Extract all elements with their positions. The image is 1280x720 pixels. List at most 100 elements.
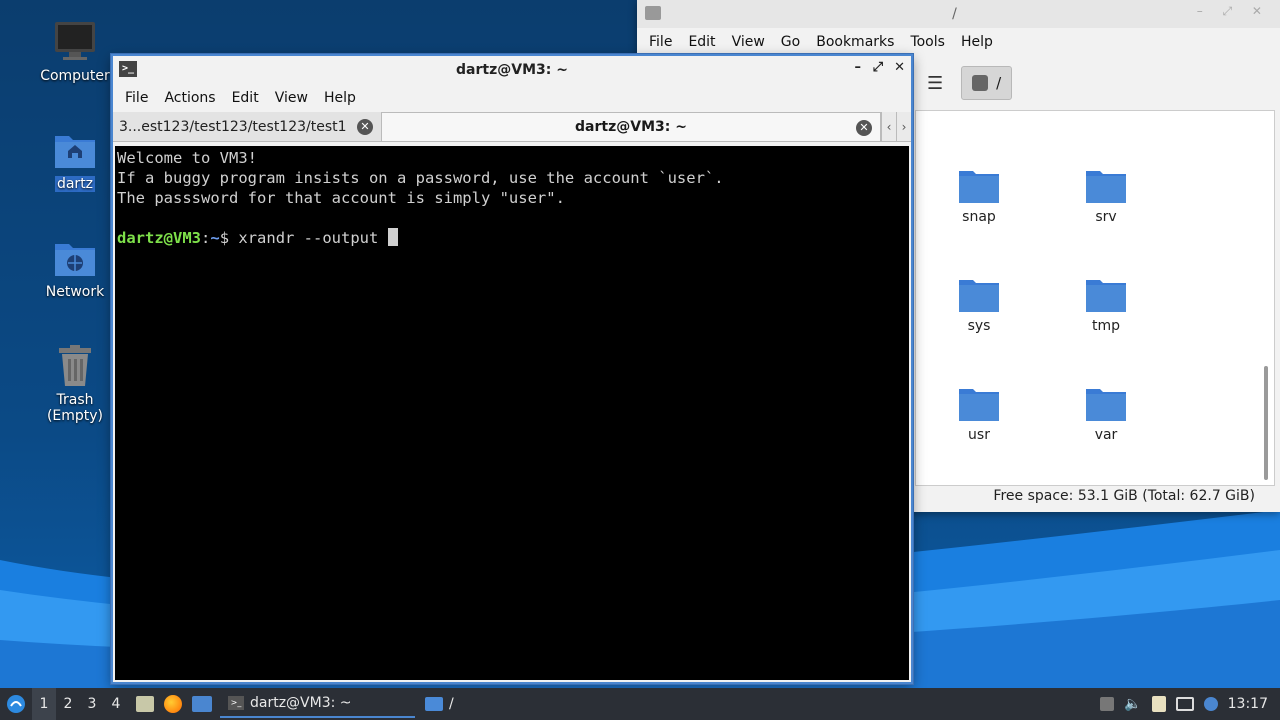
menu-go[interactable]: Go [773,34,808,50]
tray-expand-icon[interactable] [1100,697,1115,711]
workspace-3[interactable]: 3 [80,696,104,712]
menu-file[interactable]: File [641,34,680,50]
system-tray: 🔈 13:17 [1100,696,1280,712]
status-bar: Free space: 53.1 GiB (Total: 62.7 GiB) [993,488,1255,504]
folder-label: sys [967,318,991,334]
folder-label: tmp [1091,318,1120,334]
folder-item[interactable]: sys [934,276,1024,334]
tab-active[interactable]: dartz@VM3: ~ ✕ [381,112,881,141]
terminal-menubar: File Actions Edit View Help [113,84,911,112]
folder-icon [958,276,1000,312]
terminal-icon: >_ [119,61,137,77]
prompt-user: dartz@VM3 [117,229,201,247]
prompt-symbol: $ [219,229,230,247]
taskbar: 1 2 3 4 >_ dartz@VM3: ~ / 🔈 13:17 [0,688,1280,720]
terminal-titlebar[interactable]: >_ dartz@VM3: ~ – ⤢ ✕ [113,56,911,84]
tab-bar: 3...est123/test123/test123/test1 ✕ dartz… [113,112,911,142]
folder-icon [1085,276,1127,312]
menu-help[interactable]: Help [953,34,1001,50]
show-desktop-icon[interactable] [192,696,212,712]
folder-label: snap [962,209,996,225]
folder-icon [425,697,443,711]
menu-view[interactable]: View [724,34,773,50]
terminal-line: The passsword for that account is simply… [117,189,565,207]
workspace-2[interactable]: 2 [56,696,80,712]
folder-item[interactable]: var [1061,385,1151,443]
computer-icon [53,20,97,64]
folder-item[interactable]: tmp [1061,276,1151,334]
folder-item[interactable]: usr [934,385,1024,443]
folder-icon [958,385,1000,421]
desktop-icon-label: Trash (Empty) [46,392,104,424]
window-controls: – ⤢ ✕ [1196,4,1270,18]
menu-edit[interactable]: Edit [224,90,267,106]
clipboard-icon[interactable] [1151,696,1166,712]
tab-label: 3...est123/test123/test123/test1 [119,118,347,135]
path-button-root[interactable]: / [961,66,1013,100]
drive-icon [972,75,989,91]
maximize-icon[interactable]: ⤢ [873,60,883,75]
close-icon[interactable]: ✕ [894,60,905,75]
desktop-icon-trash[interactable]: Trash (Empty) [25,344,125,424]
terminal-window[interactable]: >_ dartz@VM3: ~ – ⤢ ✕ File Actions Edit … [111,54,913,684]
task-terminal[interactable]: >_ dartz@VM3: ~ [220,690,415,718]
window-title: dartz@VM3: ~ [456,62,568,78]
path-label: / [996,74,1002,92]
tab-close-icon[interactable]: ✕ [357,119,373,135]
clock[interactable]: 13:17 [1228,696,1268,712]
folder-label: var [1094,427,1118,443]
task-label: / [449,696,454,712]
file-manager-launcher-icon[interactable] [136,696,154,712]
task-label: dartz@VM3: ~ [250,695,352,711]
network-icon[interactable] [1175,697,1194,711]
update-notifier-icon[interactable] [1203,697,1218,711]
terminal-output[interactable]: Welcome to VM3! If a buggy program insis… [115,146,909,680]
terminal-icon: >_ [228,696,244,710]
folder-icon [1085,385,1127,421]
menu-bookmarks[interactable]: Bookmarks [808,34,902,50]
desktop-icon-label: Network [45,284,105,300]
minimize-icon[interactable]: – [855,60,862,75]
tab-label: dartz@VM3: ~ [575,119,687,135]
tab-close-icon[interactable]: ✕ [856,120,872,136]
folder-item[interactable]: snap [934,167,1024,225]
file-view[interactable]: run sbin snap srv sys tmp usr var [915,110,1275,486]
menu-edit[interactable]: Edit [680,34,723,50]
desktop-icon-label: dartz [54,176,96,192]
task-file-manager[interactable]: / [417,690,462,718]
menu-tools[interactable]: Tools [902,34,953,50]
terminal-prompt-line[interactable]: dartz@VM3:~$ xrandr --output [117,228,907,248]
desktop-icon-computer[interactable]: Computer [25,20,125,84]
tab-scroll-left-icon[interactable]: ‹ [881,112,896,141]
file-view-scrollbar[interactable] [1264,366,1268,480]
volume-icon[interactable]: 🔈 [1124,696,1141,712]
firefox-launcher-icon[interactable] [164,695,182,713]
desktop-icon-home[interactable]: dartz [25,128,125,192]
menu-file[interactable]: File [117,90,156,106]
list-view-icon[interactable]: ☰ [927,73,943,94]
desktop-icon-network[interactable]: Network [25,236,125,300]
tab-scroll-right-icon[interactable]: › [896,112,911,141]
folder-label: usr [968,427,990,443]
network-folder-icon [53,236,97,280]
workspace-1[interactable]: 1 [32,688,56,720]
file-manager-menubar: File Edit View Go Bookmarks Tools Help [637,28,1280,56]
window-title: / [952,6,957,22]
terminal-line: Welcome to VM3! [117,149,257,167]
menu-view[interactable]: View [267,90,316,106]
prompt-path: ~ [210,229,220,247]
folder-icon [645,6,661,20]
file-manager-titlebar[interactable]: / – ⤢ ✕ [637,0,1280,28]
text-cursor [387,228,398,246]
folder-item[interactable]: srv [1061,167,1151,225]
start-menu-icon[interactable] [0,688,32,720]
prompt-separator: : [201,229,211,247]
home-folder-icon [53,128,97,172]
trash-icon [53,344,97,388]
menu-help[interactable]: Help [316,90,364,106]
tab-inactive[interactable]: 3...est123/test123/test123/test1 ✕ [113,112,381,141]
workspace-4[interactable]: 4 [104,696,128,712]
menu-actions[interactable]: Actions [156,90,223,106]
desktop-icon-label: Computer [40,68,110,84]
